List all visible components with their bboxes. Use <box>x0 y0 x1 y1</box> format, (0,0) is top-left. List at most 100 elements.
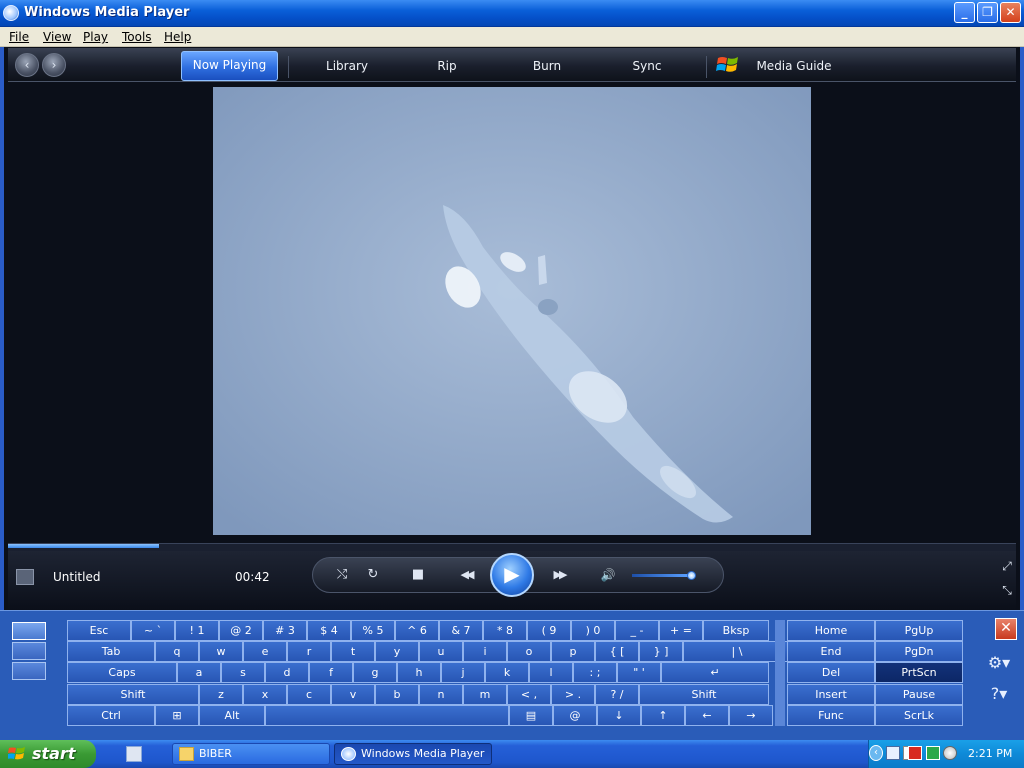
key-2-6[interactable]: h <box>397 662 441 683</box>
menu-view[interactable]: View <box>43 30 71 44</box>
key-4-4[interactable]: ▤ <box>509 705 553 726</box>
nav-key-4-1[interactable]: ScrLk <box>875 705 963 726</box>
key-3-1[interactable]: z <box>199 684 243 705</box>
key-1-2[interactable]: w <box>199 641 243 662</box>
menu-help[interactable]: Help <box>164 30 191 44</box>
key-2-3[interactable]: d <box>265 662 309 683</box>
nav-key-1-1[interactable]: PgDn <box>875 641 963 662</box>
key-2-0[interactable]: Caps <box>67 662 177 683</box>
key-0-13[interactable]: + = <box>659 620 703 641</box>
menu-play[interactable]: Play <box>83 30 108 44</box>
key-2-9[interactable]: l <box>529 662 573 683</box>
nav-key-3-1[interactable]: Pause <box>875 684 963 705</box>
key-3-5[interactable]: b <box>375 684 419 705</box>
key-3-7[interactable]: m <box>463 684 507 705</box>
tab-media-guide[interactable]: Media Guide <box>752 56 836 78</box>
pdf-reader-icon[interactable] <box>908 746 922 760</box>
back-button[interactable]: ‹ <box>15 53 39 77</box>
key-4-3[interactable] <box>265 705 509 726</box>
key-1-1[interactable]: q <box>155 641 199 662</box>
tab-burn[interactable]: Burn <box>518 56 576 78</box>
title-bar[interactable]: Windows Media Player _ ❐ ✕ <box>0 0 1024 27</box>
repeat-button[interactable]: ↻ <box>361 565 385 585</box>
taskbar-button-biber[interactable]: BIBER <box>172 743 330 765</box>
nav-key-4-0[interactable]: Func <box>787 705 875 726</box>
key-0-9[interactable]: * 8 <box>483 620 527 641</box>
taskbar-button-media-player[interactable]: Windows Media Player <box>334 743 492 765</box>
keyboard-mode-standard[interactable] <box>12 622 46 640</box>
key-0-11[interactable]: ) 0 <box>571 620 615 641</box>
keyboard-close-button[interactable]: ✕ <box>995 618 1017 640</box>
key-0-12[interactable]: _ - <box>615 620 659 641</box>
play-button[interactable]: ▶ <box>490 553 534 597</box>
minimize-button[interactable]: _ <box>954 2 975 23</box>
key-0-4[interactable]: # 3 <box>263 620 307 641</box>
close-button[interactable]: ✕ <box>1000 2 1021 23</box>
key-1-6[interactable]: y <box>375 641 419 662</box>
key-4-2[interactable]: Alt <box>199 705 265 726</box>
security-icon[interactable] <box>926 746 940 760</box>
key-3-11[interactable]: Shift <box>639 684 769 705</box>
key-3-2[interactable]: x <box>243 684 287 705</box>
menu-tools[interactable]: Tools <box>122 30 152 44</box>
tab-rip[interactable]: Rip <box>420 56 474 78</box>
nav-key-3-0[interactable]: Insert <box>787 684 875 705</box>
key-3-3[interactable]: c <box>287 684 331 705</box>
key-2-5[interactable]: g <box>353 662 397 683</box>
key-0-2[interactable]: ! 1 <box>175 620 219 641</box>
network-icon[interactable] <box>886 746 900 760</box>
key-0-10[interactable]: ( 9 <box>527 620 571 641</box>
compact-mode-button[interactable]: ⤡ <box>998 580 1016 600</box>
nav-key-0-1[interactable]: PgUp <box>875 620 963 641</box>
key-3-10[interactable]: ? / <box>595 684 639 705</box>
fullscreen-button[interactable]: ⤢ <box>998 556 1016 576</box>
next-button[interactable]: ▶▶ <box>536 565 582 585</box>
key-1-8[interactable]: i <box>463 641 507 662</box>
key-3-0[interactable]: Shift <box>67 684 199 705</box>
key-0-3[interactable]: @ 2 <box>219 620 263 641</box>
key-2-7[interactable]: j <box>441 662 485 683</box>
menu-file[interactable]: File <box>9 30 29 44</box>
nav-key-1-0[interactable]: End <box>787 641 875 662</box>
keyboard-help-icon[interactable]: ?▾ <box>985 683 1013 705</box>
quick-launch-icon[interactable] <box>126 746 142 762</box>
key-0-5[interactable]: $ 4 <box>307 620 351 641</box>
key-1-10[interactable]: p <box>551 641 595 662</box>
video-display[interactable] <box>213 87 811 535</box>
key-1-3[interactable]: e <box>243 641 287 662</box>
key-2-1[interactable]: a <box>177 662 221 683</box>
forward-button[interactable]: › <box>42 53 66 77</box>
key-4-8[interactable]: ← <box>685 705 729 726</box>
key-0-0[interactable]: Esc <box>67 620 131 641</box>
key-1-4[interactable]: r <box>287 641 331 662</box>
mute-button[interactable]: 🔊 <box>596 565 620 585</box>
tab-now-playing[interactable]: Now Playing <box>181 51 278 81</box>
key-4-5[interactable]: @ <box>553 705 597 726</box>
volume-slider-thumb[interactable] <box>687 571 696 580</box>
tray-expand-button[interactable]: ‹ <box>869 745 883 761</box>
key-4-7[interactable]: ↑ <box>641 705 685 726</box>
key-0-8[interactable]: & 7 <box>439 620 483 641</box>
key-1-7[interactable]: u <box>419 641 463 662</box>
key-3-6[interactable]: n <box>419 684 463 705</box>
seek-bar[interactable] <box>8 543 1016 551</box>
nav-key-0-0[interactable]: Home <box>787 620 875 641</box>
utility-tray-icon[interactable] <box>943 746 957 760</box>
keyboard-settings-icon[interactable]: ⚙▾ <box>985 652 1013 674</box>
keyboard-mode-compact[interactable] <box>12 642 46 660</box>
key-4-0[interactable]: Ctrl <box>67 705 155 726</box>
key-3-4[interactable]: v <box>331 684 375 705</box>
key-2-10[interactable]: : ; <box>573 662 617 683</box>
key-4-6[interactable]: ↓ <box>597 705 641 726</box>
tab-library[interactable]: Library <box>312 56 382 78</box>
key-2-2[interactable]: s <box>221 662 265 683</box>
key-0-14[interactable]: Bksp <box>703 620 769 641</box>
key-2-4[interactable]: f <box>309 662 353 683</box>
maximize-button[interactable]: ❐ <box>977 2 998 23</box>
key-1-5[interactable]: t <box>331 641 375 662</box>
key-2-8[interactable]: k <box>485 662 529 683</box>
keyboard-mode-full[interactable] <box>12 662 46 680</box>
key-1-11[interactable]: { [ <box>595 641 639 662</box>
volume-slider[interactable] <box>632 574 689 577</box>
key-0-1[interactable]: ~ ` <box>131 620 175 641</box>
